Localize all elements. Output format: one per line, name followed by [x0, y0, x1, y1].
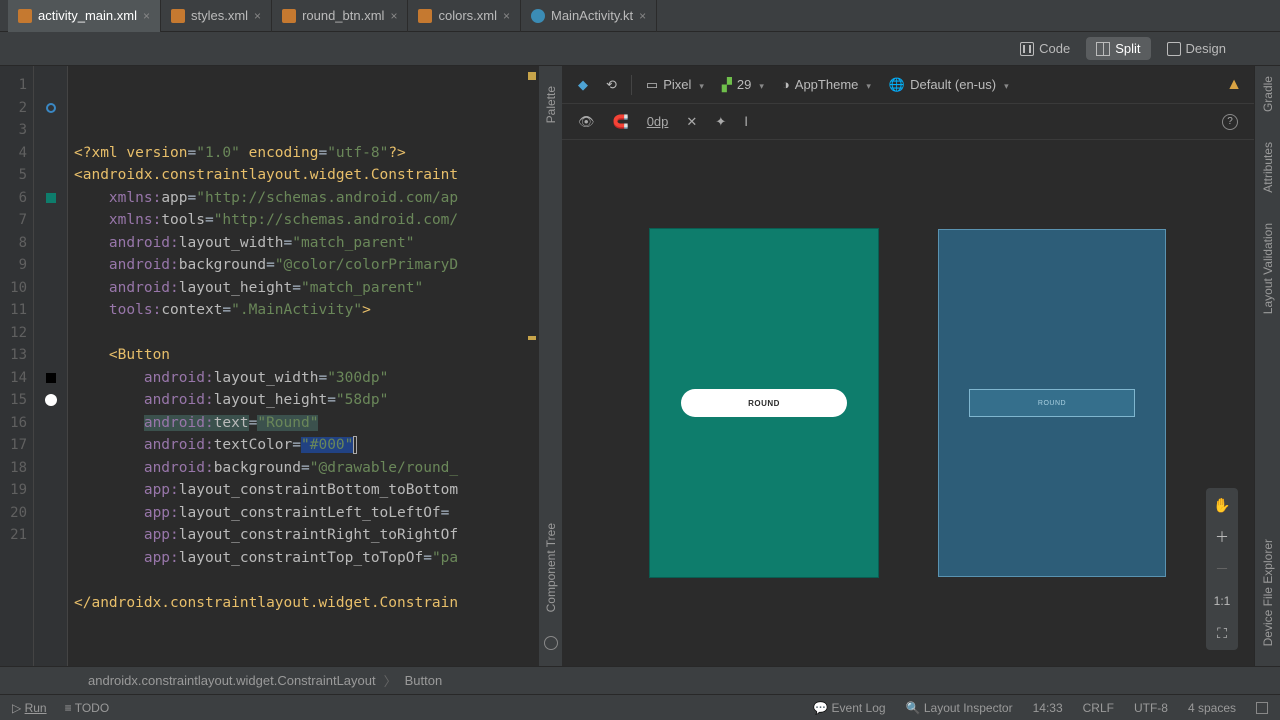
zoom-out-button[interactable]: －	[1210, 558, 1234, 580]
api-dropdown[interactable]: ▞ 29	[718, 77, 768, 93]
pan-button[interactable]: ✋	[1210, 494, 1234, 516]
zoom-in-button[interactable]: ＋	[1210, 526, 1234, 548]
warning-icon[interactable]: ▲	[1226, 76, 1242, 94]
gradle-tab[interactable]: Gradle	[1261, 76, 1275, 112]
device-file-explorer-tab[interactable]: Device File Explorer	[1261, 539, 1275, 646]
close-icon[interactable]: ×	[390, 9, 397, 23]
warning-marker-icon[interactable]	[528, 72, 536, 80]
default-margin-button[interactable]: 0dp	[647, 114, 669, 129]
split-icon	[1096, 42, 1110, 56]
magnet-icon[interactable]: 🧲	[613, 114, 629, 130]
zoom-fit-button[interactable]: ⛶	[1210, 622, 1234, 644]
xml-file-icon	[18, 9, 32, 23]
drawable-swatch-icon[interactable]	[45, 394, 57, 406]
palette-tab[interactable]: Palette	[544, 86, 558, 123]
view-code-button[interactable]: Code	[1010, 37, 1080, 60]
guidelines-icon[interactable]: Ⅰ	[744, 114, 748, 130]
line-separator-button[interactable]: CRLF	[1083, 701, 1114, 715]
component-tree-tab[interactable]: Component Tree	[544, 523, 558, 612]
device-dropdown[interactable]: ▭ Pixel	[642, 77, 708, 93]
clock-label: 14:33	[1033, 701, 1063, 715]
globe-icon[interactable]	[544, 636, 558, 650]
clear-constraints-icon[interactable]: ✕	[686, 114, 697, 130]
tab-activity-main[interactable]: activity_main.xml×	[8, 0, 161, 32]
help-icon[interactable]: ?	[1222, 114, 1238, 130]
crumb-parent[interactable]: androidx.constraintlayout.widget.Constra…	[88, 673, 376, 688]
close-icon[interactable]: ×	[143, 9, 150, 23]
preview-toolbar: ◆ ⟲ ▭ Pixel ▞ 29 ◑ AppTheme 🌐 Default (e…	[562, 66, 1254, 104]
blueprint-preview[interactable]: ROUND	[938, 229, 1166, 577]
zoom-controls: ✋ ＋ － 1:1 ⛶	[1206, 488, 1238, 650]
memory-indicator-icon[interactable]	[1256, 702, 1268, 714]
warning-marker-icon[interactable]	[528, 336, 536, 340]
layout-inspector-button[interactable]: 🔍 Layout Inspector	[906, 701, 1013, 715]
color-swatch-icon[interactable]	[46, 193, 56, 203]
close-icon[interactable]: ×	[503, 9, 510, 23]
view-split-button[interactable]: Split	[1086, 37, 1150, 60]
xml-file-icon	[282, 9, 296, 23]
gutter-icons	[34, 66, 68, 666]
design-surface-button[interactable]: ◆	[574, 77, 592, 93]
attributes-tab[interactable]: Attributes	[1261, 142, 1275, 193]
tab-colors[interactable]: colors.xml×	[408, 0, 521, 32]
view-mode-bar: Code Split Design	[0, 32, 1280, 66]
close-icon[interactable]: ×	[254, 9, 261, 23]
design-icon	[1167, 42, 1181, 56]
right-tool-rail: Gradle Attributes Layout Validation Devi…	[1254, 66, 1280, 666]
theme-dropdown[interactable]: ◑ AppTheme	[778, 77, 875, 92]
color-swatch-icon[interactable]	[46, 373, 56, 383]
editor-tabs: activity_main.xml× styles.xml× round_btn…	[0, 0, 1280, 32]
infer-constraints-icon[interactable]: ✦	[715, 114, 726, 130]
xml-file-icon	[418, 9, 432, 23]
locale-dropdown[interactable]: 🌐 Default (en-us)	[885, 77, 1013, 93]
run-gutter-icon[interactable]	[46, 103, 56, 113]
code-icon	[1020, 42, 1034, 56]
kotlin-file-icon	[531, 9, 545, 23]
status-bar: ▷ Run ≡ TODO 💬 Event Log 🔍 Layout Inspec…	[0, 694, 1280, 720]
tab-mainactivity[interactable]: MainActivity.kt×	[521, 0, 657, 32]
preview-button[interactable]: ROUND	[681, 389, 847, 417]
blueprint-button[interactable]: ROUND	[969, 389, 1135, 417]
design-canvas[interactable]: ROUND ROUND ✋ ＋ － 1:1 ⛶	[562, 140, 1254, 666]
breadcrumb: androidx.constraintlayout.widget.Constra…	[0, 666, 1280, 694]
todo-toolwindow-button[interactable]: ≡ TODO	[65, 701, 110, 715]
code-editor[interactable]: <?xml version="1.0" encoding="utf-8"?> <…	[68, 66, 538, 666]
close-icon[interactable]: ×	[639, 9, 646, 23]
crumb-current[interactable]: Button	[405, 673, 443, 688]
encoding-button[interactable]: UTF-8	[1134, 701, 1168, 715]
view-design-button[interactable]: Design	[1157, 37, 1236, 60]
tab-round-btn[interactable]: round_btn.xml×	[272, 0, 408, 32]
line-number-gutter: 123456789101112131415161718192021	[0, 66, 34, 666]
indent-button[interactable]: 4 spaces	[1188, 701, 1236, 715]
xml-file-icon	[171, 9, 185, 23]
design-preview[interactable]: ROUND	[650, 229, 878, 577]
orientation-button[interactable]: ⟲	[602, 77, 621, 93]
view-options-icon[interactable]: 👁	[578, 114, 595, 130]
event-log-button[interactable]: 💬 Event Log	[813, 701, 885, 715]
tab-styles[interactable]: styles.xml×	[161, 0, 272, 32]
palette-rail: Palette Component Tree	[538, 66, 562, 666]
zoom-ratio-button[interactable]: 1:1	[1210, 590, 1234, 612]
run-toolwindow-button[interactable]: ▷ Run	[12, 701, 47, 715]
layout-validation-tab[interactable]: Layout Validation	[1261, 223, 1275, 314]
preview-options-toolbar: 👁 🧲 0dp ✕ ✦ Ⅰ ?	[562, 104, 1254, 140]
chevron-right-icon: 〉	[384, 671, 397, 690]
